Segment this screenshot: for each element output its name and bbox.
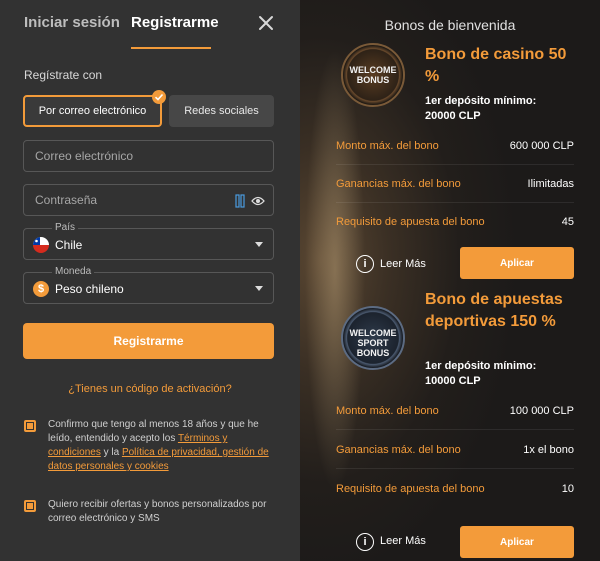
bonus-row: Monto máx. del bono 100 000 CLP	[336, 405, 574, 425]
divider	[336, 202, 574, 203]
row-key: Monto máx. del bono	[336, 405, 439, 417]
casino-bonus-title: Bono de casino 50 %	[425, 46, 567, 85]
badge-text: WELCOME SPORT BONUS	[349, 328, 397, 358]
row-value: 10	[561, 483, 574, 495]
checkmark-icon	[152, 90, 166, 104]
close-icon[interactable]	[257, 14, 275, 32]
apply-sport-button[interactable]: Aplicar	[460, 526, 574, 558]
sport-min-deposit: 1er depósito mínimo: 10000 CLP	[425, 360, 537, 387]
info-icon[interactable]: i	[356, 533, 374, 551]
row-key: Ganancias máx. del bono	[336, 178, 461, 190]
bonus-row: Ganancias máx. del bono Ilimitadas	[336, 178, 574, 198]
welcome-sport-bonus-badge: WELCOME SPORT BONUS	[341, 306, 405, 370]
read-more-link[interactable]: Leer Más	[380, 258, 426, 270]
chevron-down-icon	[255, 242, 263, 247]
active-tab-indicator	[131, 47, 211, 49]
sport-bonus-title: Bono de apuestas deportivas 150 %	[425, 291, 563, 330]
bonus-row: Monto máx. del bono 600 000 CLP	[336, 140, 574, 160]
eye-icon[interactable]	[251, 195, 265, 207]
divider	[336, 164, 574, 165]
divider	[336, 468, 574, 469]
country-value: Chile	[55, 238, 83, 252]
method-email-label: Por correo electrónico	[38, 105, 147, 117]
method-social-label: Redes sociales	[184, 105, 259, 117]
auth-tabs: Iniciar sesión Registrarme	[0, 0, 300, 52]
password-field[interactable]: Contraseña	[23, 184, 274, 216]
info-icon[interactable]: i	[356, 255, 374, 273]
method-email-button[interactable]: Por correo electrónico	[23, 90, 166, 127]
apply-casino-button[interactable]: Aplicar	[460, 247, 574, 279]
bonus-row: Ganancias máx. del bono 1x el bono	[336, 444, 574, 464]
welcome-bonus-badge: WELCOME BONUS	[341, 43, 405, 107]
password-manager-icon[interactable]	[235, 194, 245, 208]
bonuses-title: Bonos de bienvenida	[384, 17, 516, 33]
currency-select[interactable]: Moneda $ Peso chileno	[23, 266, 274, 304]
method-social-button[interactable]: Redes sociales	[169, 95, 274, 127]
row-value: 600 000 CLP	[509, 140, 574, 152]
register-with-label: Regístrate con	[24, 68, 103, 82]
offers-checkbox[interactable]	[24, 500, 36, 512]
chevron-down-icon	[255, 286, 263, 291]
bonus-row: Requisito de apuesta del bono 45	[336, 216, 574, 236]
tab-login[interactable]: Iniciar sesión	[24, 14, 120, 31]
tab-register[interactable]: Registrarme	[131, 14, 219, 31]
badge-text: WELCOME BONUS	[349, 65, 397, 85]
row-key: Ganancias máx. del bono	[336, 444, 461, 456]
divider	[336, 429, 574, 430]
casino-min-deposit: 1er depósito mínimo: 20000 CLP	[425, 95, 537, 122]
chile-flag-icon	[33, 237, 49, 253]
terms-connector: y la	[103, 447, 120, 458]
row-value: Ilimitadas	[527, 178, 574, 190]
row-key: Monto máx. del bono	[336, 140, 439, 152]
row-key: Requisito de apuesta del bono	[336, 483, 485, 495]
email-placeholder: Correo electrónico	[35, 149, 134, 163]
currency-icon: $	[33, 281, 49, 297]
read-more-link[interactable]: Leer Más	[380, 535, 426, 547]
row-value: 100 000 CLP	[509, 405, 574, 417]
email-field[interactable]: Correo electrónico	[23, 140, 274, 172]
registration-panel: Iniciar sesión Registrarme Regístrate co…	[0, 0, 300, 561]
row-key: Requisito de apuesta del bono	[336, 216, 485, 228]
bonuses-panel: Bonos de bienvenida WELCOME BONUS Bono d…	[300, 0, 600, 561]
terms-text: Confirmo que tengo al menos 18 años y qu…	[48, 418, 278, 474]
row-value: 1x el bono	[523, 444, 574, 456]
currency-label: Moneda	[52, 266, 95, 277]
activation-code-link[interactable]: ¿Tienes un código de activación?	[0, 383, 300, 395]
country-select[interactable]: País Chile	[23, 222, 274, 260]
currency-value: Peso chileno	[55, 282, 124, 296]
country-label: País	[52, 222, 79, 233]
password-placeholder: Contraseña	[35, 193, 98, 207]
offers-text: Quiero recibir ofertas y bonos personali…	[48, 499, 267, 524]
row-value: 45	[561, 216, 574, 228]
bonus-row: Requisito de apuesta del bono 10	[336, 483, 574, 503]
age-terms-checkbox[interactable]	[24, 420, 36, 432]
register-button[interactable]: Registrarme	[23, 323, 274, 359]
